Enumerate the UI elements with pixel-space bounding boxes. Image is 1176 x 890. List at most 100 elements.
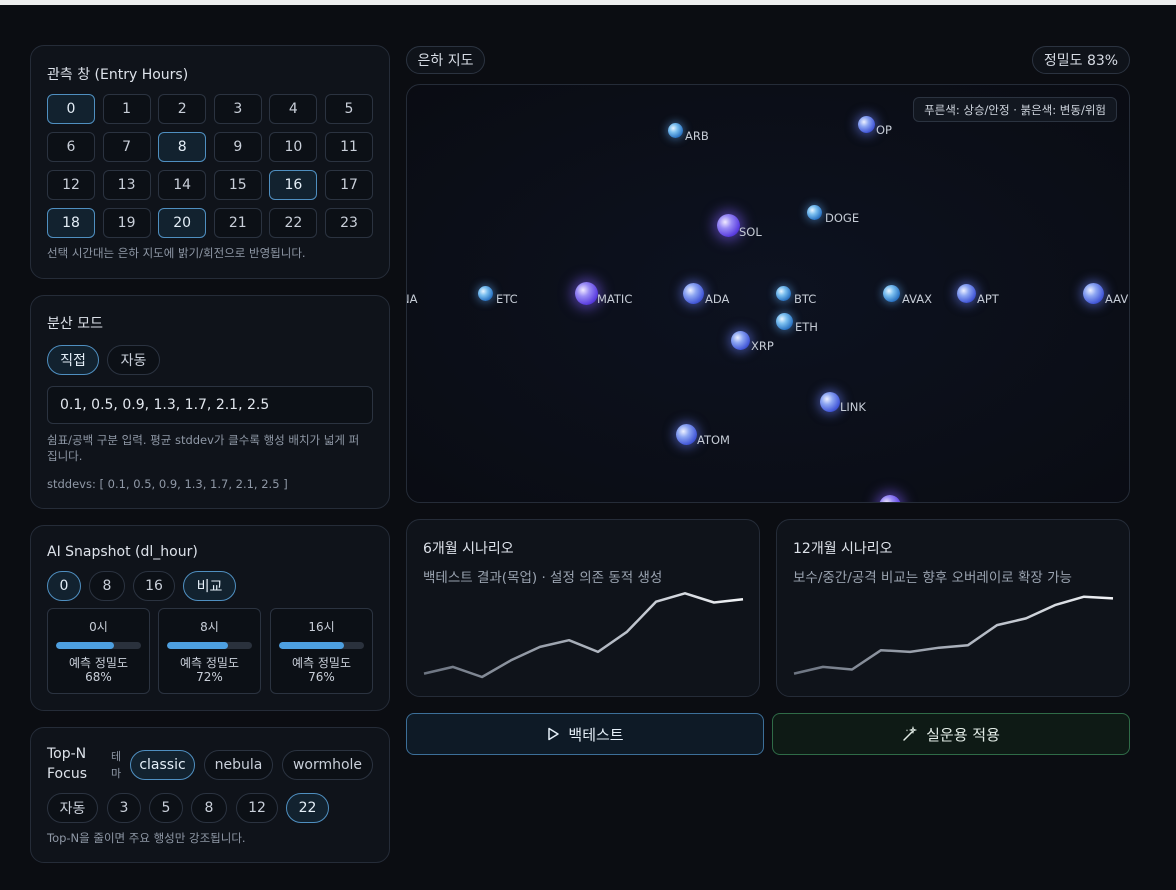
hour-button-3[interactable]: 3 (213, 94, 262, 124)
snapshot-tab-8[interactable]: 8 (89, 571, 125, 601)
precision-bar-fill (279, 642, 344, 649)
theme-wormhole-button[interactable]: wormhole (282, 750, 373, 780)
planet-sol[interactable] (717, 214, 740, 237)
planet-atom[interactable] (676, 424, 697, 445)
precision-bar (56, 642, 141, 649)
hour-button-11[interactable]: 11 (325, 132, 373, 162)
planet-matic[interactable] (575, 282, 598, 305)
sparkline-path (793, 595, 1114, 675)
hour-button-22[interactable]: 22 (269, 208, 318, 238)
snapshot-tab-compare[interactable]: 비교 (183, 571, 236, 601)
topn-5-button[interactable]: 5 (149, 793, 183, 823)
planet-link[interactable] (820, 392, 840, 412)
ai-snapshot-panel: AI Snapshot (dl_hour) 0 8 16 비교 0시 예측 정밀… (30, 525, 390, 711)
planet-label-sol: SOL (739, 225, 762, 239)
hour-button-17[interactable]: 17 (325, 170, 373, 200)
hour-button-20[interactable]: 20 (158, 208, 207, 238)
apply-live-label: 실운용 적용 (926, 725, 1000, 744)
hour-button-8[interactable]: 8 (158, 132, 207, 162)
hour-button-16[interactable]: 16 (269, 170, 318, 200)
planet-offscreen[interactable] (879, 495, 901, 502)
topn-12-button[interactable]: 12 (236, 793, 278, 823)
planet-apt[interactable] (957, 284, 976, 303)
snapshot-card-16h: 16시 예측 정밀도 76% (270, 608, 373, 694)
topn-22-button[interactable]: 22 (286, 793, 329, 823)
precision-bar-fill (167, 642, 229, 649)
theme-classic-button[interactable]: classic (130, 750, 195, 780)
planet-label-btc: BTC (794, 292, 817, 306)
dispersion-hint-line2: 집니다. (47, 449, 83, 463)
precision-value: 68% (85, 670, 112, 684)
hour-button-14[interactable]: 14 (158, 170, 207, 200)
scenario-12m-card: 12개월 시나리오 보수/중간/공격 비교는 향후 오버레이로 확장 가능 (776, 519, 1130, 697)
hour-button-10[interactable]: 10 (269, 132, 318, 162)
planet-avax[interactable] (883, 285, 900, 302)
hour-button-12[interactable]: 12 (47, 170, 95, 200)
dispersion-hint-line1: 쉼표/공백 구분 입력. 평균 stddev가 클수록 행성 배치가 넓게 퍼 (47, 433, 360, 447)
hour-button-9[interactable]: 9 (213, 132, 262, 162)
planet-label-xrp: XRP (751, 339, 774, 353)
hour-button-23[interactable]: 23 (325, 208, 373, 238)
hour-button-13[interactable]: 13 (102, 170, 151, 200)
backtest-button[interactable]: 백테스트 (406, 713, 764, 755)
hour-button-1[interactable]: 1 (102, 94, 151, 124)
hour-button-19[interactable]: 19 (102, 208, 151, 238)
dispersion-title: 분산 모드 (47, 316, 103, 332)
accuracy-badge: 정밀도 83% (1032, 46, 1130, 74)
planet-op[interactable] (858, 116, 875, 133)
hour-button-18[interactable]: 18 (47, 208, 95, 238)
apply-live-button[interactable]: 실운용 적용 (772, 713, 1130, 755)
play-icon (548, 727, 560, 741)
planet-xrp[interactable] (731, 331, 750, 350)
theme-nebula-button[interactable]: nebula (204, 750, 273, 780)
galaxy-map-title: 은하 지도 (406, 46, 485, 74)
hour-button-15[interactable]: 15 (213, 170, 262, 200)
planet-label-op: OP (876, 123, 892, 137)
snapshot-hour-label: 8시 (200, 620, 219, 634)
theme-label-2: 마 (111, 767, 122, 780)
topn-3-button[interactable]: 3 (107, 793, 141, 823)
planet-btc[interactable] (776, 286, 791, 301)
hour-button-6[interactable]: 6 (47, 132, 95, 162)
precision-label: 예측 정밀도 (179, 656, 239, 670)
planet-label-avax: AVAX (902, 292, 933, 306)
planet-etc[interactable] (478, 286, 493, 301)
magic-wand-icon (903, 726, 918, 741)
precision-bar (279, 642, 364, 649)
topn-auto-button[interactable]: 자동 (47, 793, 98, 823)
snapshot-hour-label: 0시 (89, 620, 108, 634)
planet-label-etc: ETC (496, 292, 518, 306)
snapshot-tab-16[interactable]: 16 (133, 571, 175, 601)
hour-button-4[interactable]: 4 (269, 94, 318, 124)
planet-doge[interactable] (807, 205, 822, 220)
stddev-input[interactable]: 0.1, 0.5, 0.9, 1.3, 1.7, 2.1, 2.5 (47, 386, 373, 424)
mode-direct-button[interactable]: 직접 (47, 345, 99, 375)
hour-button-21[interactable]: 21 (213, 208, 262, 238)
topn-focus-panel: Top-N Focus 테 마 classic nebula wormhole … (30, 727, 390, 863)
color-legend: 푸른색: 상승/안정 · 붉은색: 변동/위험 (913, 97, 1117, 122)
precision-value: 72% (196, 670, 223, 684)
planet-label-ada: ADA (705, 292, 730, 306)
planet-arb[interactable] (668, 123, 683, 138)
snapshot-card-8h: 8시 예측 정밀도 72% (158, 608, 261, 694)
scenario-12m-sparkline (793, 595, 1114, 675)
topn-title-line2: Focus (47, 766, 87, 782)
backtest-label: 백테스트 (568, 725, 624, 744)
snapshot-tab-0[interactable]: 0 (47, 571, 81, 601)
entry-hours-title: 관측 창 (Entry Hours) (47, 67, 189, 83)
planet-label-na: NA (407, 292, 418, 306)
topn-8-button[interactable]: 8 (191, 793, 227, 823)
hour-button-0[interactable]: 0 (47, 94, 95, 124)
planet-aave[interactable] (1083, 283, 1104, 304)
galaxy-map[interactable]: 푸른색: 상승/안정 · 붉은색: 변동/위험 ARB OP DOGE SOL … (406, 84, 1130, 503)
stddevs-readout: stddevs: [ 0.1, 0.5, 0.9, 1.3, 1.7, 2.1,… (47, 477, 288, 491)
planet-ada[interactable] (683, 283, 704, 304)
planet-label-atom: ATOM (697, 433, 730, 447)
hour-button-7[interactable]: 7 (102, 132, 151, 162)
planet-label-link: LINK (840, 400, 866, 414)
theme-label-1: 테 (111, 750, 122, 763)
planet-eth[interactable] (776, 313, 793, 330)
hour-button-5[interactable]: 5 (325, 94, 373, 124)
mode-auto-button[interactable]: 자동 (107, 345, 160, 375)
hour-button-2[interactable]: 2 (158, 94, 207, 124)
